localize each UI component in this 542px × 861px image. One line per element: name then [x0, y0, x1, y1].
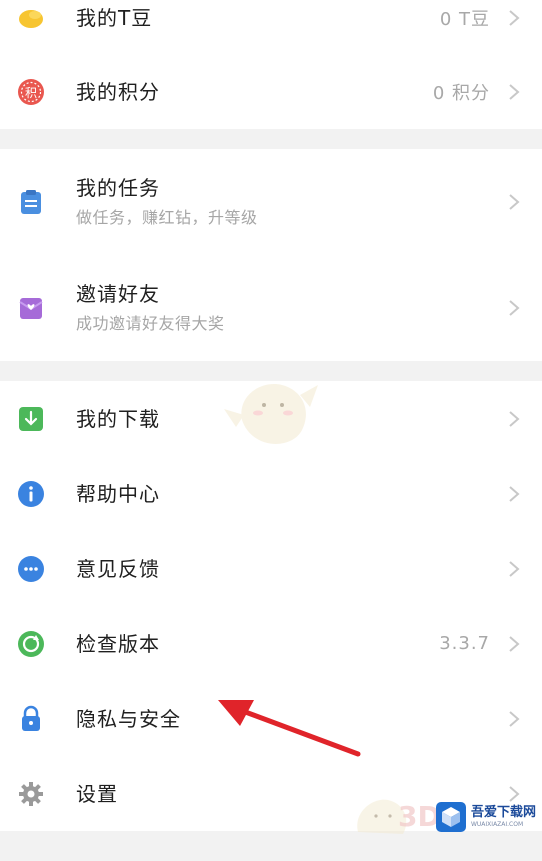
- menu-item-my-points[interactable]: 积 我的积分 0 积分: [0, 55, 542, 129]
- chevron-right-icon: [508, 83, 520, 101]
- cube-logo-icon: [435, 801, 467, 833]
- section-divider: [0, 129, 542, 149]
- menu-item-title: 意见反馈: [76, 556, 160, 581]
- settings-section: 我的下载 帮助中心 意见反馈 检查版本 3.3.7 隐私与安全 设置: [0, 381, 542, 831]
- chevron-right-icon: [508, 560, 520, 578]
- chevron-right-icon: [508, 193, 520, 211]
- coin-icon: [16, 3, 46, 33]
- menu-item-my-tasks[interactable]: 我的任务 做任务，赚红钻，升等级: [0, 149, 542, 255]
- refresh-icon: [16, 629, 46, 659]
- feedback-icon: [16, 554, 46, 584]
- menu-item-feedback[interactable]: 意见反馈: [0, 531, 542, 606]
- menu-item-invite-friends[interactable]: 邀请好友 成功邀请好友得大奖: [0, 255, 542, 361]
- menu-item-title: 我的积分: [76, 80, 160, 104]
- brand-url: WUAIXIAZAI.COM: [470, 821, 524, 828]
- chevron-right-icon: [508, 635, 520, 653]
- tdou-balance: 0 T豆: [439, 8, 490, 30]
- clipboard-icon: [16, 187, 46, 217]
- info-icon: [16, 479, 46, 509]
- brand-name: 吾爱下载网: [470, 805, 536, 820]
- menu-item-subtitle: 成功邀请好友得大奖: [76, 314, 225, 333]
- menu-item-my-tdou[interactable]: 我的T豆 0 T豆: [0, 0, 542, 55]
- assets-section: 我的T豆 0 T豆 积 我的积分 0 积分: [0, 0, 542, 129]
- points-icon: 积: [16, 77, 46, 107]
- menu-item-my-downloads[interactable]: 我的下载: [0, 381, 542, 456]
- menu-item-title: 隐私与安全: [76, 706, 181, 731]
- chevron-right-icon: [508, 410, 520, 428]
- brand-watermark: 吾爱下载网 WUAIXIAZAI.COM: [435, 801, 536, 833]
- menu-item-title: 我的下载: [76, 406, 160, 431]
- menu-item-title: 帮助中心: [76, 481, 160, 506]
- menu-item-title: 我的任务: [76, 176, 160, 200]
- chevron-right-icon: [508, 485, 520, 503]
- chevron-right-icon: [508, 785, 520, 803]
- menu-item-subtitle: 做任务，赚红钻，升等级: [76, 208, 258, 227]
- menu-item-title: 我的T豆: [76, 5, 153, 30]
- gear-icon: [16, 779, 46, 809]
- chevron-right-icon: [508, 299, 520, 317]
- menu-item-title: 检查版本: [76, 631, 160, 656]
- svg-text:积: 积: [25, 86, 37, 100]
- menu-item-title: 邀请好友: [76, 282, 160, 306]
- section-divider: [0, 361, 542, 381]
- chevron-right-icon: [508, 9, 520, 27]
- lock-icon: [16, 704, 46, 734]
- gift-icon: [16, 293, 46, 323]
- download-icon: [16, 404, 46, 434]
- menu-item-check-version[interactable]: 检查版本 3.3.7: [0, 606, 542, 681]
- tasks-section: 我的任务 做任务，赚红钻，升等级 邀请好友 成功邀请好友得大奖: [0, 149, 542, 361]
- chevron-right-icon: [508, 710, 520, 728]
- points-balance: 0 积分: [432, 83, 490, 104]
- menu-item-privacy-security[interactable]: 隐私与安全: [0, 681, 542, 756]
- menu-item-help-center[interactable]: 帮助中心: [0, 456, 542, 531]
- version-number: 3.3.7: [439, 633, 490, 654]
